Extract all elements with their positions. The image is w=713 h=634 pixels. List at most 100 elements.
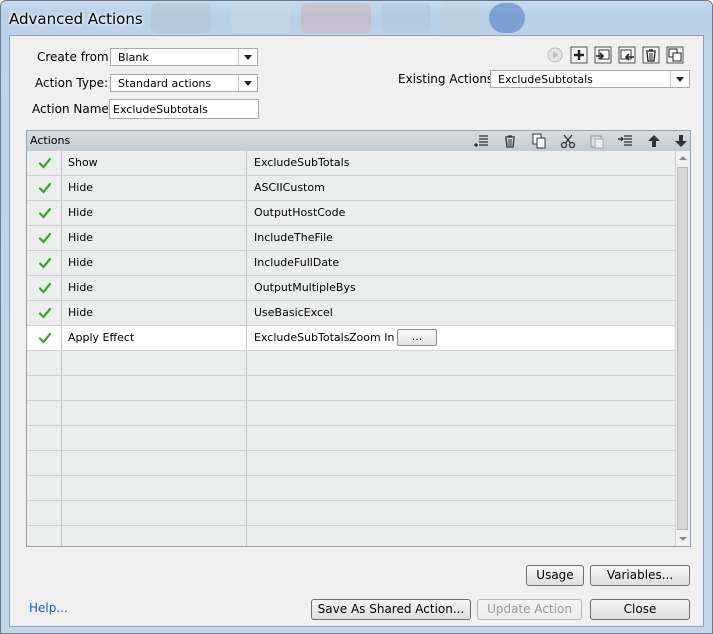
target-cell[interactable]: OutputHostCode	[247, 201, 678, 225]
effect-label: Zoom In	[349, 331, 395, 344]
empty-cell[interactable]	[61, 501, 247, 525]
table-row[interactable]: Apply Effect ExcludeSubTotals Zoom In...	[27, 326, 678, 351]
title-bar[interactable]: Advanced Actions	[1, 1, 712, 37]
update-action-button[interactable]: Update Action	[477, 599, 582, 620]
action-cell[interactable]: Hide	[61, 176, 247, 200]
empty-cell[interactable]	[61, 451, 247, 475]
empty-cell[interactable]	[247, 376, 678, 400]
action-cell[interactable]: Hide	[61, 276, 247, 300]
empty-cell[interactable]	[61, 401, 247, 425]
empty-cell[interactable]	[27, 376, 62, 400]
empty-table-row[interactable]	[27, 501, 678, 526]
empty-table-row[interactable]	[27, 376, 678, 401]
checkmark-icon	[39, 182, 51, 194]
table-row[interactable]: Hide OutputMultipleBys	[27, 276, 678, 301]
scroll-up-arrow-icon[interactable]	[676, 151, 690, 165]
empty-cell[interactable]	[27, 351, 62, 375]
action-label: Hide	[68, 256, 94, 269]
empty-cell[interactable]	[27, 451, 62, 475]
import-icon[interactable]	[594, 46, 612, 64]
target-cell[interactable]: ExcludeSubTotals Zoom In...	[247, 326, 678, 350]
row-status-cell	[27, 326, 62, 350]
empty-table-row[interactable]	[27, 426, 678, 451]
chevron-down-icon[interactable]	[670, 71, 689, 87]
empty-cell[interactable]	[61, 376, 247, 400]
delete-icon[interactable]	[642, 46, 660, 64]
empty-table-row[interactable]	[27, 526, 678, 546]
close-button[interactable]: Close	[590, 599, 690, 620]
duplicate-icon[interactable]	[666, 46, 684, 64]
table-row[interactable]: Hide IncludeFullDate	[27, 251, 678, 276]
scroll-thumb[interactable]	[677, 167, 688, 530]
action-cell[interactable]: Hide	[61, 201, 247, 225]
scroll-down-arrow-icon[interactable]	[676, 532, 690, 546]
empty-cell[interactable]	[247, 451, 678, 475]
move-down-icon[interactable]	[672, 132, 690, 150]
empty-cell[interactable]	[247, 401, 678, 425]
table-row[interactable]: Show ExcludeSubTotals	[27, 151, 678, 176]
target-cell[interactable]: UseBasicExcel	[247, 301, 678, 325]
target-cell[interactable]: OutputMultipleBys	[247, 276, 678, 300]
insert-below-icon[interactable]	[616, 132, 634, 150]
action-label: Apply Effect	[68, 331, 135, 344]
chevron-down-icon[interactable]	[238, 49, 257, 65]
help-link[interactable]: Help...	[29, 601, 68, 615]
empty-cell[interactable]	[61, 351, 247, 375]
play-icon[interactable]	[546, 46, 564, 64]
checkmark-icon	[39, 307, 51, 319]
export-icon[interactable]	[618, 46, 636, 64]
action-cell[interactable]: Show	[61, 151, 247, 175]
empty-cell[interactable]	[27, 426, 62, 450]
empty-cell[interactable]	[247, 426, 678, 450]
chevron-down-icon[interactable]	[238, 75, 257, 91]
create-from-select[interactable]: Blank	[110, 48, 258, 66]
empty-cell[interactable]	[27, 501, 62, 525]
empty-cell[interactable]	[61, 426, 247, 450]
empty-table-row[interactable]	[27, 476, 678, 501]
add-icon[interactable]	[570, 46, 588, 64]
empty-table-row[interactable]	[27, 401, 678, 426]
save-as-shared-action-button[interactable]: Save As Shared Action...	[311, 599, 471, 620]
effect-options-button[interactable]: ...	[397, 329, 437, 346]
action-name-input[interactable]: ExcludeSubtotals	[109, 99, 259, 119]
variables-button[interactable]: Variables...	[590, 565, 690, 586]
empty-cell[interactable]	[247, 526, 678, 546]
target-cell[interactable]: ASCIICustom	[247, 176, 678, 200]
action-type-select[interactable]: Standard actions	[110, 74, 258, 92]
insert-row-icon[interactable]	[472, 132, 490, 150]
usage-button[interactable]: Usage	[526, 565, 584, 586]
empty-table-row[interactable]	[27, 351, 678, 376]
move-up-icon[interactable]	[645, 132, 663, 150]
empty-cell[interactable]	[247, 351, 678, 375]
empty-cell[interactable]	[61, 476, 247, 500]
paste-icon[interactable]	[588, 132, 606, 150]
action-cell[interactable]: Hide	[61, 226, 247, 250]
existing-actions-select[interactable]: ExcludeSubtotals	[490, 70, 690, 88]
empty-cell[interactable]	[27, 401, 62, 425]
empty-cell[interactable]	[27, 526, 62, 546]
action-cell[interactable]: Apply Effect	[61, 326, 247, 350]
action-cell[interactable]: Hide	[61, 301, 247, 325]
empty-table-row[interactable]	[27, 451, 678, 476]
table-row[interactable]: Hide IncludeTheFile	[27, 226, 678, 251]
empty-cell[interactable]	[61, 526, 247, 546]
create-from-label: Create from:	[37, 50, 113, 64]
empty-cell[interactable]	[247, 501, 678, 525]
empty-cell[interactable]	[27, 476, 62, 500]
target-cell[interactable]: ExcludeSubTotals	[247, 151, 678, 175]
table-row[interactable]: Hide UseBasicExcel	[27, 301, 678, 326]
table-row[interactable]: Hide OutputHostCode	[27, 201, 678, 226]
delete-row-icon[interactable]	[501, 132, 519, 150]
copy-icon[interactable]	[530, 132, 548, 150]
target-cell[interactable]: IncludeTheFile	[247, 226, 678, 250]
empty-cell[interactable]	[247, 476, 678, 500]
table-row[interactable]: Hide ASCIICustom	[27, 176, 678, 201]
cut-icon[interactable]	[559, 132, 577, 150]
action-label: Hide	[68, 181, 94, 194]
target-cell[interactable]: IncludeFullDate	[247, 251, 678, 275]
action-cell[interactable]: Hide	[61, 251, 247, 275]
target-label: ASCIICustom	[254, 181, 325, 194]
checkmark-icon	[39, 332, 51, 344]
grid-scrollbar[interactable]	[675, 151, 690, 546]
actions-grid: Actions Show ExcludeSubTotals Hide ASCII…	[26, 130, 691, 547]
